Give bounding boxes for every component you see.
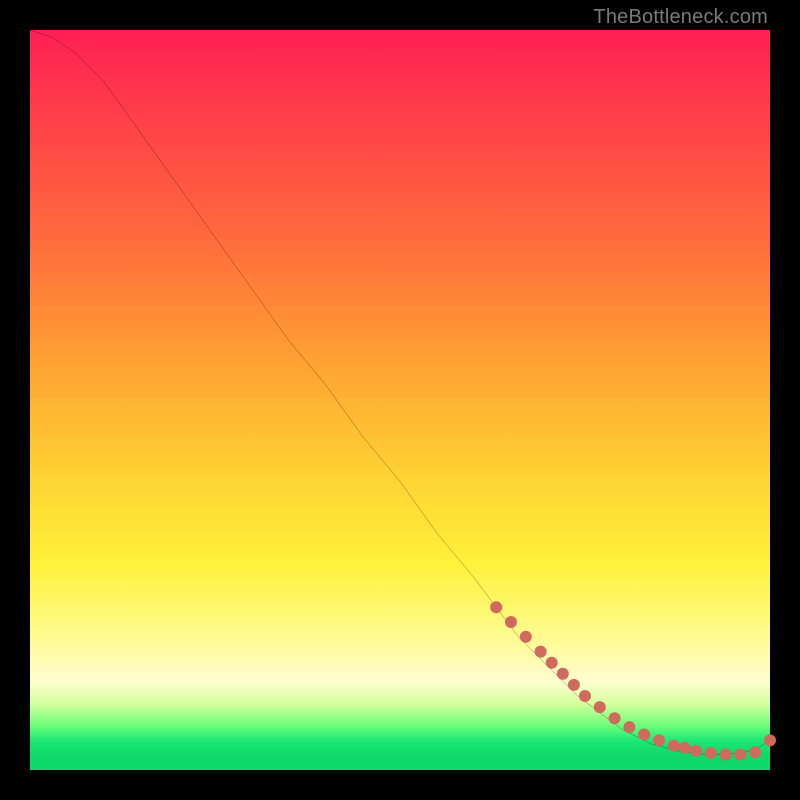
data-point bbox=[609, 712, 621, 724]
data-point bbox=[579, 690, 591, 702]
data-point bbox=[505, 616, 517, 628]
data-point bbox=[546, 657, 558, 669]
data-point bbox=[720, 748, 732, 760]
data-point bbox=[594, 701, 606, 713]
marker-group bbox=[490, 601, 776, 760]
chart-container: TheBottleneck.com bbox=[0, 0, 800, 800]
data-point bbox=[764, 734, 776, 746]
data-point bbox=[705, 747, 717, 759]
data-point bbox=[638, 728, 650, 740]
data-point bbox=[490, 601, 502, 613]
data-point bbox=[749, 746, 761, 758]
data-point bbox=[535, 646, 547, 658]
data-point bbox=[734, 748, 746, 760]
data-point bbox=[653, 734, 665, 746]
data-point bbox=[668, 740, 680, 752]
data-point bbox=[679, 742, 691, 754]
marker-layer bbox=[30, 30, 770, 770]
watermark-text: TheBottleneck.com bbox=[593, 6, 768, 29]
data-point bbox=[520, 631, 532, 643]
data-point bbox=[557, 668, 569, 680]
plot-area bbox=[30, 30, 770, 770]
data-point bbox=[690, 745, 702, 757]
data-point bbox=[568, 679, 580, 691]
data-point bbox=[623, 721, 635, 733]
